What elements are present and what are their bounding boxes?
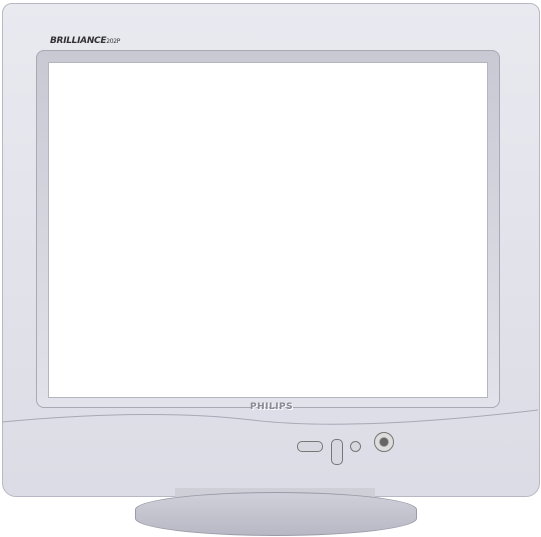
stand-base <box>135 492 417 536</box>
up-down-button[interactable] <box>331 439 343 465</box>
screen <box>48 62 488 398</box>
model-label: BRILLIANCE202P <box>50 36 120 46</box>
brand-logo: PHILIPS <box>250 402 294 412</box>
left-right-button[interactable] <box>297 441 323 452</box>
ok-button[interactable] <box>350 441 361 452</box>
power-button[interactable] <box>374 432 394 452</box>
model-number: 202P <box>106 38 121 45</box>
model-name: BRILLIANCE <box>50 36 107 46</box>
